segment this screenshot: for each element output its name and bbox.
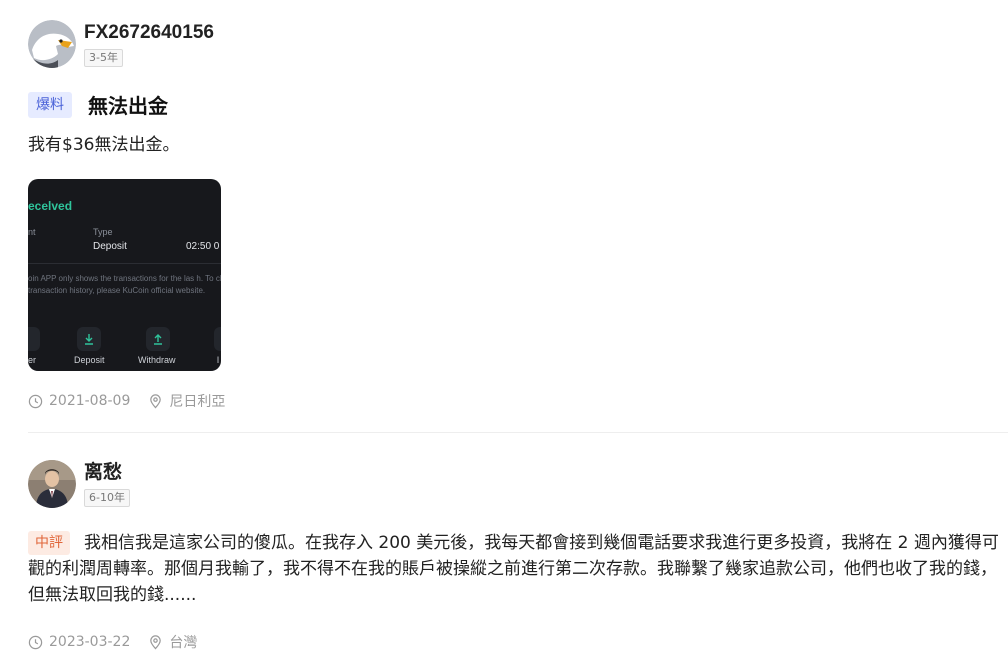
location-pin-icon <box>148 634 163 650</box>
category-tag: 爆料 <box>28 91 72 118</box>
user-row: 离愁 6-10年 <box>28 460 1008 508</box>
shot-right-label: l <box>217 355 219 365</box>
username[interactable]: FX2672640156 <box>84 20 214 46</box>
shot-deposit-label: Deposit <box>74 355 105 365</box>
shot-status: ecelved <box>28 199 73 213</box>
shot-time: 02:50 0 <box>186 241 220 252</box>
shot-right-icon <box>214 327 221 351</box>
rating-tag: 中評 <box>28 531 70 555</box>
post-body: 我有$36無法出金。 <box>28 135 180 155</box>
experience-badge: 6-10年 <box>84 489 130 507</box>
download-icon <box>77 327 101 351</box>
username[interactable]: 离愁 <box>84 460 130 486</box>
review-card-2: 离愁 6-10年 中評 我相信我是這家公司的傻瓜。在我存入 200 美元後，我每天… <box>28 460 1008 652</box>
location-group: 尼日利亞 <box>148 391 225 411</box>
shot-left-label: er <box>28 355 37 365</box>
shot-withdraw-label: Withdraw <box>138 355 176 365</box>
review-card-1: FX2672640156 3-5年 爆料 無法出金 我有$36無法出金。 ece… <box>28 20 1008 411</box>
shot-col-type: Type <box>93 227 113 237</box>
post-location: 尼日利亞 <box>169 394 226 410</box>
location-pin-icon <box>148 393 163 409</box>
shot-col-left: nt <box>28 227 36 237</box>
user-meta: 离愁 6-10年 <box>84 460 130 507</box>
user-meta: FX2672640156 3-5年 <box>84 20 214 67</box>
post-location: 台灣 <box>169 635 198 651</box>
user-row: FX2672640156 3-5年 <box>28 20 1008 68</box>
location-group: 台灣 <box>148 632 197 652</box>
review-body: 中評 我相信我是這家公司的傻瓜。在我存入 200 美元後，我每天都會接到幾個電話要… <box>28 530 1003 608</box>
upload-icon <box>146 327 170 351</box>
shot-divider <box>28 263 221 264</box>
attachment-thumbnail[interactable]: ecelved nt Type Deposit 02:50 0 oin APP … <box>28 179 221 371</box>
title-row: 爆料 無法出金 <box>28 90 1008 119</box>
clock-icon <box>28 394 43 409</box>
post-title: 無法出金 <box>88 94 168 118</box>
shot-left-icon <box>28 327 40 351</box>
post-divider <box>28 432 1008 433</box>
shot-note: oin APP only shows the transactions for … <box>28 274 221 295</box>
post-meta: 2023-03-22 台灣 <box>28 632 1008 652</box>
user-photo-avatar[interactable] <box>28 460 76 508</box>
post-meta: 2021-08-09 尼日利亞 <box>28 391 1008 411</box>
clock-icon <box>28 635 43 650</box>
experience-badge: 3-5年 <box>84 49 123 67</box>
eagle-avatar-icon[interactable] <box>28 20 76 68</box>
post-date: 2021-08-09 <box>49 393 131 409</box>
shot-type-value: Deposit <box>93 241 127 252</box>
post-date: 2023-03-22 <box>49 634 131 650</box>
review-text: 我相信我是這家公司的傻瓜。在我存入 200 美元後，我每天都會接到幾個電話要求我… <box>28 533 999 605</box>
